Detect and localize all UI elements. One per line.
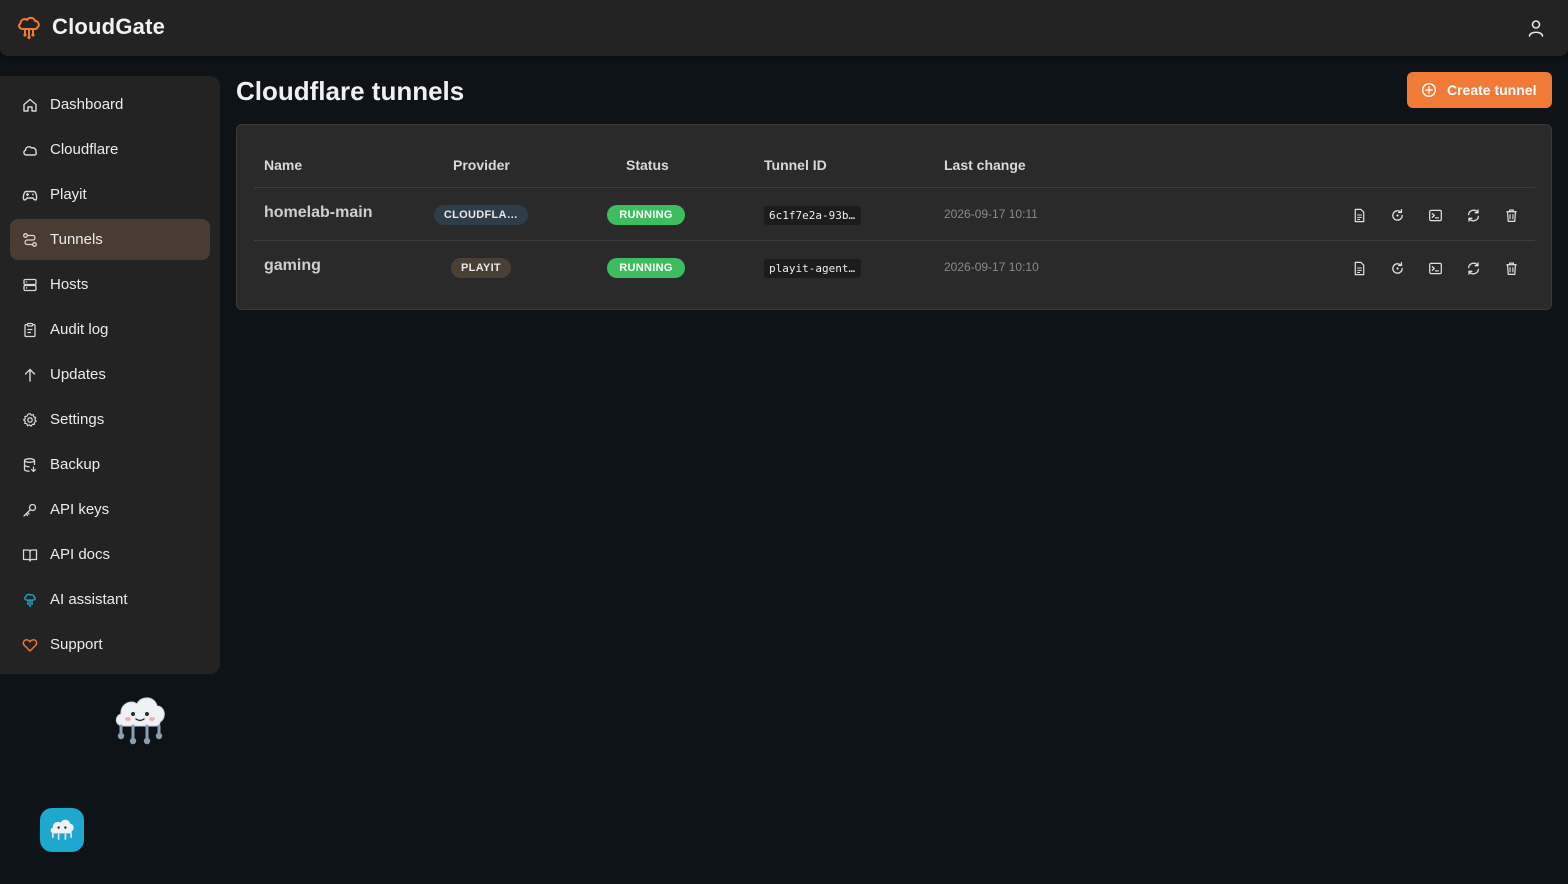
sidebar-item-label: Support (50, 636, 103, 653)
cloud-icon (23, 145, 38, 156)
sidebar-item-label: Dashboard (50, 96, 124, 113)
sidebar-item-label: API docs (50, 546, 111, 563)
sync-button[interactable] (1454, 257, 1492, 279)
top-bar: CloudGate (0, 0, 1568, 56)
create-tunnel-label: Create tunnel (1447, 82, 1537, 98)
create-tunnel-button[interactable]: Create tunnel (1407, 72, 1552, 108)
cloud-mascot-icon (115, 697, 165, 745)
last-change: 2026-09-17 10:11 (944, 207, 1038, 221)
brand[interactable]: CloudGate (16, 14, 165, 40)
home-icon (23, 98, 37, 112)
tunnel-id[interactable]: playit-agent… (764, 259, 861, 278)
sidebar-item-ai-assistant[interactable]: AI assistant (10, 579, 210, 620)
terminal-button[interactable] (1416, 257, 1454, 279)
trash-icon (1505, 262, 1517, 275)
sidebar-item-label: API keys (50, 501, 110, 518)
column-header-status[interactable]: Status (626, 157, 669, 173)
sidebar-item-cloudflare[interactable]: Cloudflare (10, 129, 210, 170)
column-header-provider[interactable]: Provider (453, 157, 510, 173)
gamepad-icon (22, 190, 38, 201)
logs-icon (1354, 208, 1364, 222)
sidebar: Dashboard Cloudflare Playit Tunnels Host… (0, 76, 220, 674)
cloudgate-logo-icon (18, 16, 40, 40)
sidebar-item-updates[interactable]: Updates (10, 354, 210, 395)
row-actions (1340, 257, 1530, 279)
terminal-icon (1428, 209, 1442, 221)
arrow-up-icon (24, 368, 36, 382)
clipboard-icon (24, 322, 36, 337)
robot-icon (24, 593, 36, 607)
status-badge: RUNNING (607, 258, 685, 278)
restart-button[interactable] (1378, 204, 1416, 226)
table-header: Name Provider Status Tunnel ID Last chan… (254, 155, 1535, 188)
server-icon (23, 278, 37, 291)
heart-icon (22, 638, 38, 652)
status-badge: RUNNING (607, 205, 685, 225)
sidebar-item-api-docs[interactable]: API docs (10, 534, 210, 575)
sidebar-item-label: Settings (50, 411, 105, 428)
sidebar-item-label: Playit (50, 186, 87, 203)
sidebar-item-api-keys[interactable]: API keys (10, 489, 210, 530)
gear-icon (23, 412, 37, 427)
terminal-button[interactable] (1416, 204, 1454, 226)
column-header-name[interactable]: Name (264, 157, 302, 173)
sidebar-item-label: Audit log (50, 321, 109, 338)
sidebar-item-label: Updates (50, 366, 106, 383)
sidebar-item-label: Hosts (50, 276, 89, 293)
tunnels-table: Name Provider Status Tunnel ID Last chan… (236, 124, 1552, 310)
provider-badge: PLAYIT (451, 258, 511, 278)
table-row[interactable]: gaming PLAYIT RUNNING playit-agent… 2026… (254, 241, 1535, 294)
book-icon (22, 548, 38, 562)
logs-button[interactable] (1340, 204, 1378, 226)
column-header-tunnel-id[interactable]: Tunnel ID (764, 157, 827, 173)
sidebar-item-label: Cloudflare (50, 141, 119, 158)
row-actions (1340, 204, 1530, 226)
sidebar-item-support[interactable]: Support (10, 624, 210, 665)
sidebar-item-hosts[interactable]: Hosts (10, 264, 210, 305)
terminal-icon (1428, 262, 1442, 274)
ai-assistant-button[interactable] (40, 808, 84, 852)
trash-icon (1505, 209, 1517, 222)
plus-circle-icon (1421, 82, 1437, 98)
tunnel-name[interactable]: gaming (264, 257, 321, 275)
table-row[interactable]: homelab-main CLOUDFLA… RUNNING 6c1f7e2a-… (254, 188, 1535, 241)
delete-button[interactable] (1492, 204, 1530, 226)
sync-button[interactable] (1454, 204, 1492, 226)
column-header-last-change[interactable]: Last change (944, 157, 1026, 173)
sidebar-item-playit[interactable]: Playit (10, 174, 210, 215)
cloud-mascot-icon (50, 819, 74, 840)
restart-button[interactable] (1378, 257, 1416, 279)
sync-icon (1467, 261, 1479, 275)
logs-button[interactable] (1340, 257, 1378, 279)
sidebar-item-settings[interactable]: Settings (10, 399, 210, 440)
key-icon (23, 503, 37, 517)
sidebar-item-label: AI assistant (50, 591, 128, 608)
sidebar-item-dashboard[interactable]: Dashboard (10, 84, 210, 125)
sidebar-item-backup[interactable]: Backup (10, 444, 210, 485)
sidebar-item-tunnels[interactable]: Tunnels (10, 219, 210, 260)
sidebar-item-label: Backup (50, 456, 101, 473)
delete-button[interactable] (1492, 257, 1530, 279)
page-title: Cloudflare tunnels (236, 76, 465, 106)
user-icon[interactable] (1526, 18, 1546, 38)
tunnel-name[interactable]: homelab-main (264, 204, 372, 222)
sidebar-item-audit-log[interactable]: Audit log (10, 309, 210, 350)
sidebar-item-label: Tunnels (50, 231, 103, 248)
route-icon (23, 232, 37, 247)
restart-icon (1391, 261, 1403, 274)
tunnel-id[interactable]: 6c1f7e2a-93b… (764, 206, 861, 225)
database-icon (23, 457, 37, 472)
logs-icon (1354, 261, 1364, 275)
sync-icon (1467, 208, 1479, 222)
restart-icon (1391, 208, 1403, 221)
app-title: CloudGate (52, 14, 166, 39)
provider-badge: CLOUDFLA… (434, 205, 528, 225)
last-change: 2026-09-17 10:10 (944, 260, 1039, 274)
